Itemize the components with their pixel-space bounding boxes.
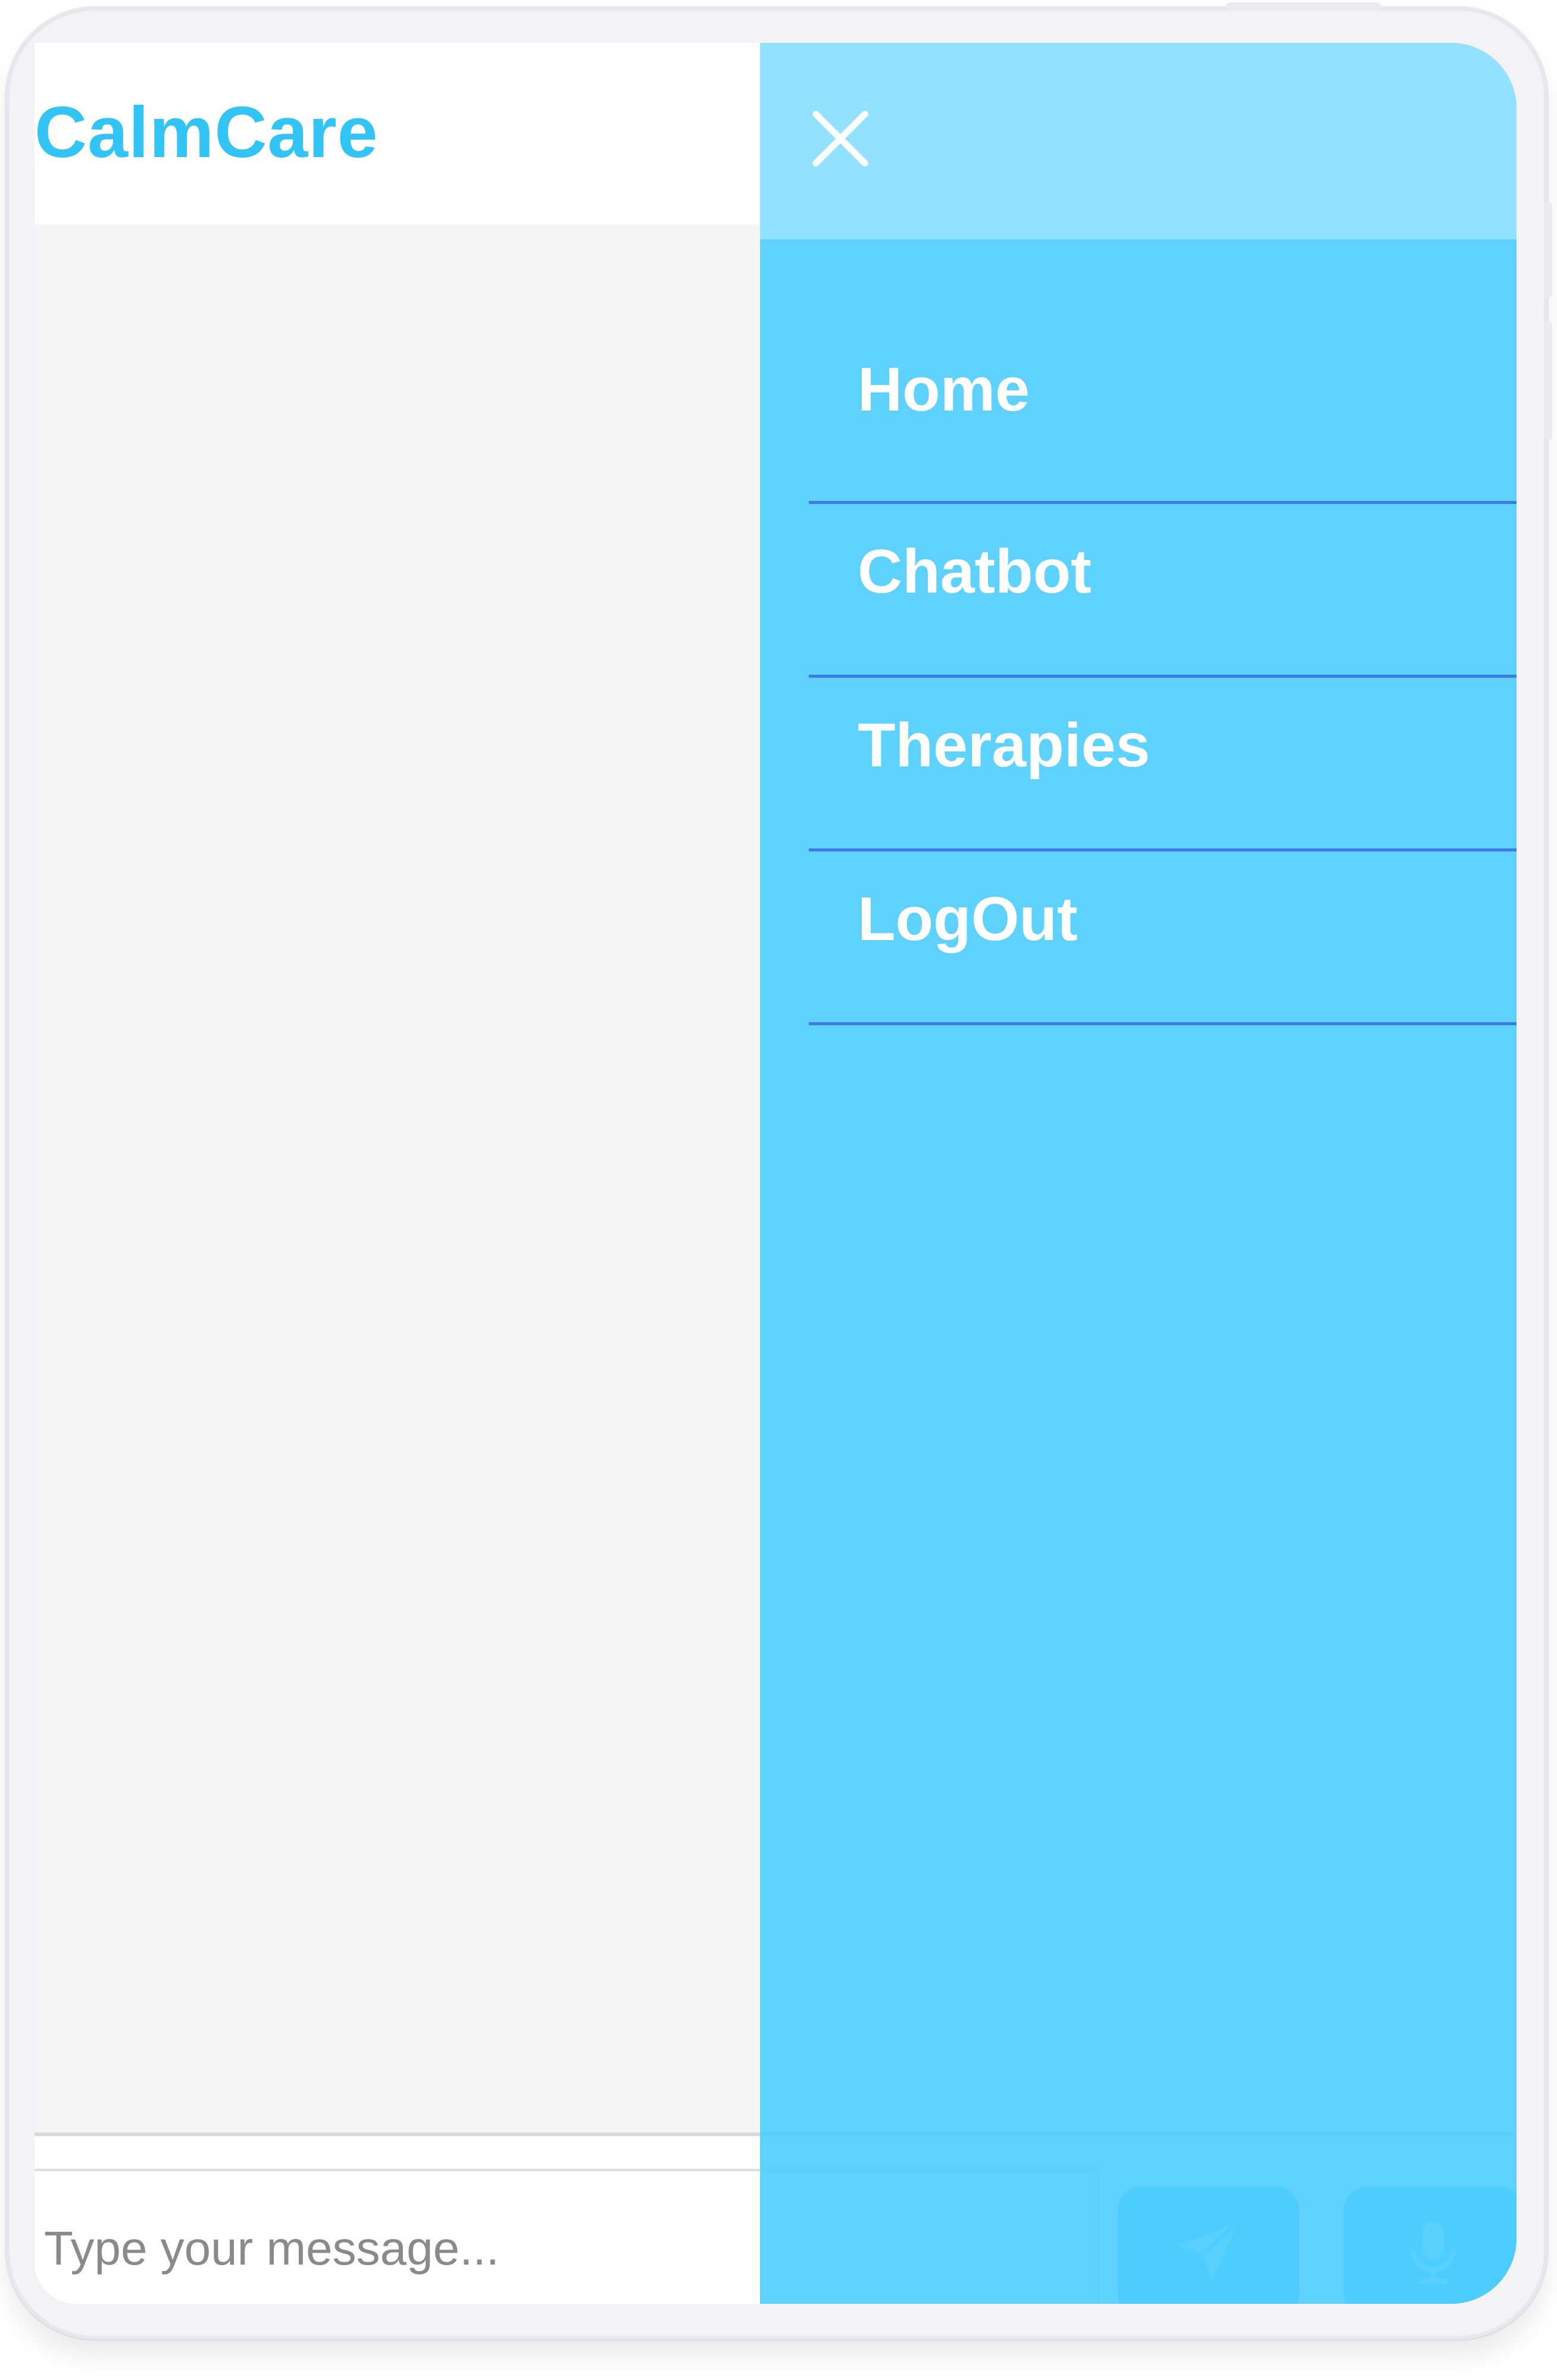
menu-item-logout[interactable]: LogOut bbox=[809, 851, 1517, 1025]
app-logo[interactable]: CalmCare bbox=[35, 90, 379, 174]
close-menu-button[interactable] bbox=[808, 107, 873, 173]
menu-item-label: Home bbox=[858, 355, 1030, 424]
menu-item-therapies[interactable]: Therapies bbox=[809, 678, 1517, 851]
side-menu: Home Chatbot Therapies LogOut bbox=[760, 43, 1517, 2304]
menu-item-home[interactable]: Home bbox=[809, 314, 1517, 504]
app-screen: CalmCare Type your message... Home Chatb… bbox=[35, 43, 1517, 2304]
device-side-button bbox=[1544, 202, 1552, 298]
menu-item-chatbot[interactable]: Chatbot bbox=[809, 504, 1517, 678]
menu-item-label: Chatbot bbox=[858, 537, 1092, 606]
menu-item-label: LogOut bbox=[858, 885, 1078, 954]
device-side-button bbox=[1544, 321, 1552, 440]
device-top-button bbox=[1226, 2, 1381, 10]
menu-item-label: Therapies bbox=[858, 711, 1150, 780]
side-menu-list: Home Chatbot Therapies LogOut bbox=[809, 314, 1517, 1025]
close-icon bbox=[808, 106, 873, 174]
side-menu-header bbox=[760, 43, 1517, 239]
